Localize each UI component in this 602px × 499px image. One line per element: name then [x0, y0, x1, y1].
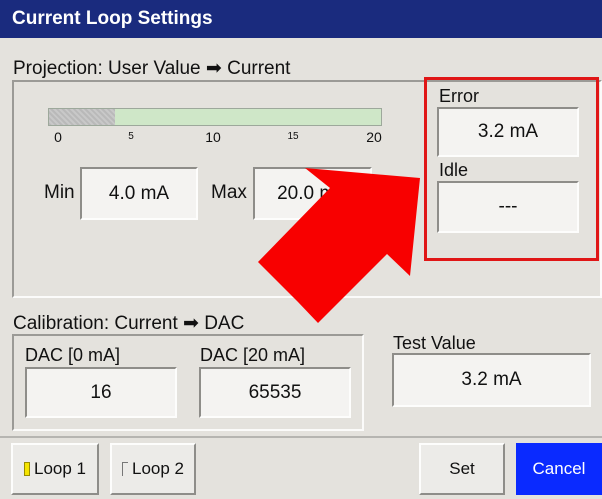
scale-tick-15: 15 — [287, 131, 299, 142]
loop1-indicator-icon — [24, 462, 30, 476]
scale-tick-10: 10 — [205, 129, 221, 145]
test-value-label: Test Value — [393, 333, 476, 353]
scale-tick-20: 20 — [366, 129, 382, 145]
loop2-label: Loop 2 — [132, 459, 184, 478]
loop2-indicator-icon — [122, 462, 128, 476]
cancel-button[interactable]: Cancel — [516, 443, 602, 495]
test-value-field[interactable]: 3.2 mA — [392, 353, 591, 407]
loop1-button[interactable]: Loop 1 — [11, 443, 99, 495]
window-title: Current Loop Settings — [0, 0, 602, 38]
dac20-value-field[interactable]: 65535 — [199, 367, 351, 418]
error-label: Error — [439, 86, 479, 106]
error-value-field[interactable]: 3.2 mA — [437, 107, 579, 157]
value-scale-fill — [49, 109, 116, 125]
max-label: Max — [211, 182, 247, 203]
set-button[interactable]: Set — [419, 443, 505, 495]
dac0-value-field[interactable]: 16 — [25, 367, 177, 418]
idle-label: Idle — [439, 160, 469, 180]
min-label: Min — [44, 182, 75, 203]
min-value-field[interactable]: 4.0 mA — [80, 167, 198, 220]
value-scale-bar — [48, 108, 382, 126]
loop1-label: Loop 1 — [34, 459, 86, 478]
settings-panel: Current Loop Settings Projection: User V… — [0, 0, 602, 499]
max-value-field[interactable]: 20.0 mA — [253, 167, 372, 220]
dac0-label: DAC [0 mA] — [25, 345, 121, 365]
scale-tick-5: 5 — [128, 131, 134, 142]
calibration-section-label: Calibration: Current ➡ DAC — [13, 313, 245, 334]
footer-divider — [0, 436, 602, 438]
idle-value-field[interactable]: --- — [437, 181, 579, 233]
dac20-label: DAC [20 mA] — [200, 345, 306, 365]
loop2-button[interactable]: Loop 2 — [110, 443, 196, 495]
scale-tick-0: 0 — [54, 129, 62, 145]
projection-section-label: Projection: User Value ➡ Current — [13, 58, 291, 79]
